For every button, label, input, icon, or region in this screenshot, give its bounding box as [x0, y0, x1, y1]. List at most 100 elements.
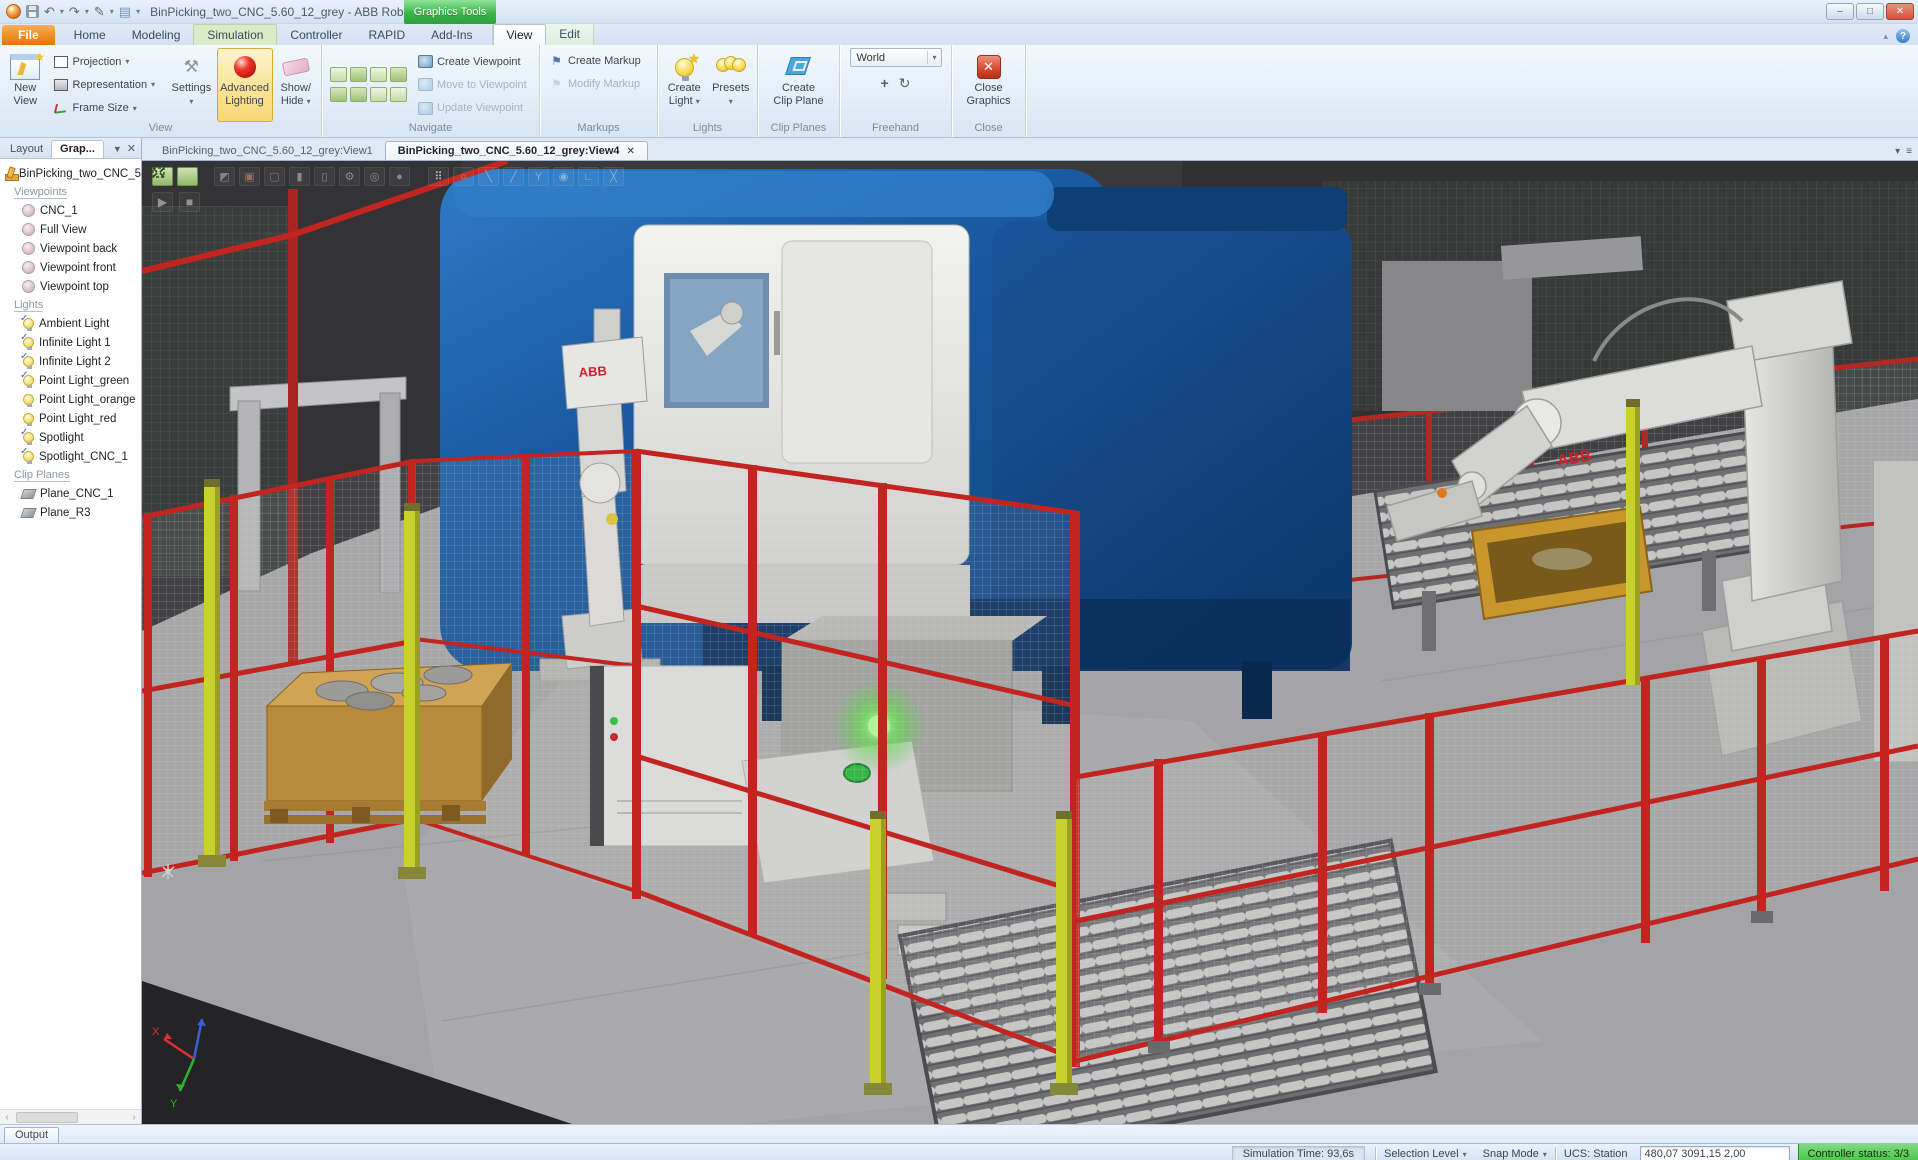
- tab-addins[interactable]: Add-Ins: [418, 25, 485, 45]
- zoom-extents-icon[interactable]: [330, 66, 347, 82]
- maximize-button[interactable]: □: [1856, 3, 1884, 20]
- snap-branch-icon[interactable]: Y: [528, 167, 549, 186]
- app-logo-icon[interactable]: [6, 4, 21, 19]
- tab-scroll-chevron-icon[interactable]: ▾: [1895, 146, 1900, 157]
- freehand-move-icon[interactable]: +: [881, 75, 889, 92]
- markup-icon[interactable]: ▤: [119, 5, 131, 18]
- tree-item-light[interactable]: ✓ Infinite Light 2: [0, 351, 141, 371]
- advanced-lighting-button[interactable]: Advanced Lighting: [216, 48, 273, 122]
- tree-item-clip-plane[interactable]: Plane_R3: [0, 503, 141, 522]
- single-view-icon[interactable]: [390, 66, 407, 82]
- controller-status-badge[interactable]: Controller status: 3/3: [1797, 1143, 1918, 1160]
- minimize-button[interactable]: –: [1826, 3, 1854, 20]
- tab-modeling[interactable]: Modeling: [119, 25, 194, 45]
- sidebar-horizontal-scrollbar[interactable]: ‹ ›: [0, 1109, 141, 1124]
- freehand-rotate-icon[interactable]: ↻: [899, 75, 911, 92]
- create-markup-button[interactable]: ⚑ Create Markup: [546, 53, 650, 69]
- stop-icon[interactable]: ■: [179, 192, 200, 212]
- close-tab-icon[interactable]: ✕: [627, 146, 635, 157]
- tree-item-viewpoint[interactable]: Viewpoint front: [0, 258, 141, 277]
- coordinates-field[interactable]: 480,07 3091,15 2,00: [1639, 1146, 1790, 1160]
- default-view-icon[interactable]: [390, 86, 407, 102]
- snap-circle-icon[interactable]: ◉: [553, 167, 574, 186]
- tree-item-light[interactable]: ✓ Point Light_green: [0, 370, 141, 390]
- tab-home[interactable]: Home: [61, 25, 119, 45]
- tab-view[interactable]: View: [492, 24, 547, 45]
- tree-item-viewpoint[interactable]: Viewpoint top: [0, 277, 141, 296]
- tree-item-viewpoint[interactable]: Viewpoint back: [0, 239, 141, 258]
- keypoint-grid-icon[interactable]: ⠿: [428, 167, 449, 186]
- new-view-button[interactable]: ★ New View: [4, 48, 46, 122]
- select-mechanism-icon[interactable]: ▢: [264, 167, 285, 186]
- tab-edit[interactable]: Edit: [546, 24, 593, 45]
- document-tab-view4[interactable]: BinPicking_two_CNC_5.60_12_grey:View4 ✕: [384, 141, 648, 160]
- close-button[interactable]: ✕: [1886, 3, 1914, 20]
- create-clip-plane-button[interactable]: Create Clip Plane: [767, 48, 831, 122]
- tree-item-light[interactable]: Point Light_orange: [0, 390, 141, 409]
- representation-button[interactable]: Representation ▾: [50, 77, 164, 93]
- tag-icon[interactable]: ✎: [94, 5, 105, 18]
- tab-file[interactable]: File: [2, 25, 55, 45]
- select-part-icon[interactable]: ▣: [239, 167, 260, 186]
- undo-icon[interactable]: ↶: [44, 5, 55, 18]
- tree-item-viewpoint[interactable]: CNC_1: [0, 201, 141, 220]
- tree-item-viewpoint[interactable]: Full View: [0, 220, 141, 239]
- 3d-viewport[interactable]: ABB ABB X Y ◩ ▣ ▢ ▮ ▯ ⚙ ◎ ● ⠿ ○ ╲ ╱ Y ◉ …: [142, 160, 1918, 1124]
- snap-line-icon[interactable]: ╱: [503, 167, 524, 186]
- snap-cross-icon[interactable]: ╳: [603, 167, 624, 186]
- undo-dropdown-icon[interactable]: ▾: [60, 7, 64, 16]
- home-view-icon[interactable]: [370, 86, 387, 102]
- selection-level-button[interactable]: Selection Level ▾: [1376, 1146, 1475, 1160]
- frame-size-button[interactable]: Frame Size ▾: [50, 100, 164, 116]
- snap-edge-icon[interactable]: ╲: [478, 167, 499, 186]
- close-graphics-button[interactable]: ✕ Close Graphics: [960, 48, 1018, 122]
- panel-close-icon[interactable]: ✕: [127, 142, 136, 155]
- create-light-button[interactable]: ★ Create Light ▾: [662, 48, 707, 122]
- snap-center-icon[interactable]: ○: [453, 167, 474, 186]
- frame-selected-icon[interactable]: [330, 86, 347, 102]
- collapse-ribbon-icon[interactable]: ▴: [1883, 31, 1888, 42]
- projection-button[interactable]: Projection ▾: [50, 54, 164, 70]
- qat-customize-icon[interactable]: ▾: [136, 7, 140, 16]
- tab-rapid[interactable]: RAPID: [355, 25, 418, 45]
- tree-root-station[interactable]: BinPicking_two_CNC_5: [0, 164, 141, 183]
- tree-item-light[interactable]: ✓ Spotlight_CNC_1: [0, 446, 141, 466]
- scroll-left-icon[interactable]: ‹: [0, 1112, 14, 1123]
- sidebar-tab-layout[interactable]: Layout: [2, 141, 51, 158]
- panel-collapse-icon[interactable]: ▼: [113, 144, 122, 154]
- frame-all-icon[interactable]: [350, 86, 367, 102]
- tag-dropdown-icon[interactable]: ▾: [110, 7, 114, 16]
- tree-item-light[interactable]: ✓ Infinite Light 1: [0, 332, 141, 352]
- snap-ball-icon[interactable]: ●: [389, 167, 410, 186]
- tree-item-clip-plane[interactable]: Plane_CNC_1: [0, 484, 141, 503]
- tree-item-light[interactable]: ✓ Ambient Light: [0, 313, 141, 333]
- snap-mode-button[interactable]: Snap Mode ▾: [1475, 1146, 1555, 1160]
- tab-list-icon[interactable]: ≡: [1906, 146, 1912, 157]
- scroll-right-icon[interactable]: ›: [127, 1112, 141, 1123]
- select-surface-icon[interactable]: ▮: [289, 167, 310, 186]
- document-tab-view1[interactable]: BinPicking_two_CNC_5.60_12_grey:View1: [150, 142, 385, 160]
- snap-corner-icon[interactable]: ∟: [578, 167, 599, 186]
- tree-item-light[interactable]: ✓ Spotlight: [0, 427, 141, 447]
- tab-controller[interactable]: Controller: [277, 25, 355, 45]
- scrollbar-thumb[interactable]: [16, 1111, 78, 1123]
- output-tab[interactable]: Output: [4, 1127, 60, 1143]
- tab-simulation[interactable]: Simulation: [193, 24, 278, 45]
- select-curve-icon[interactable]: ▯: [314, 167, 335, 186]
- tree-item-light[interactable]: Point Light_red: [0, 409, 141, 428]
- create-viewpoint-button[interactable]: Create Viewpoint: [415, 54, 531, 70]
- help-icon[interactable]: ?: [1896, 29, 1910, 43]
- zoom-fit-icon[interactable]: [350, 66, 367, 82]
- settings-button[interactable]: ⚒ Settings ▾: [168, 48, 214, 122]
- snap-gear-icon[interactable]: ⚙: [339, 167, 360, 186]
- play-icon[interactable]: ▶: [152, 192, 173, 212]
- save-icon[interactable]: [26, 5, 39, 18]
- select-object-icon[interactable]: ◩: [214, 167, 235, 186]
- split-view-icon[interactable]: [370, 66, 387, 82]
- freehand-reference-select[interactable]: World ▾: [849, 48, 942, 67]
- show-hide-button[interactable]: Show/Hide ▾: [275, 48, 317, 122]
- snap-washer-icon[interactable]: ◎: [364, 167, 385, 186]
- light-presets-button[interactable]: Presets ▾: [709, 48, 754, 122]
- redo-dropdown-icon[interactable]: ▾: [85, 7, 89, 16]
- redo-icon[interactable]: ↷: [69, 5, 80, 18]
